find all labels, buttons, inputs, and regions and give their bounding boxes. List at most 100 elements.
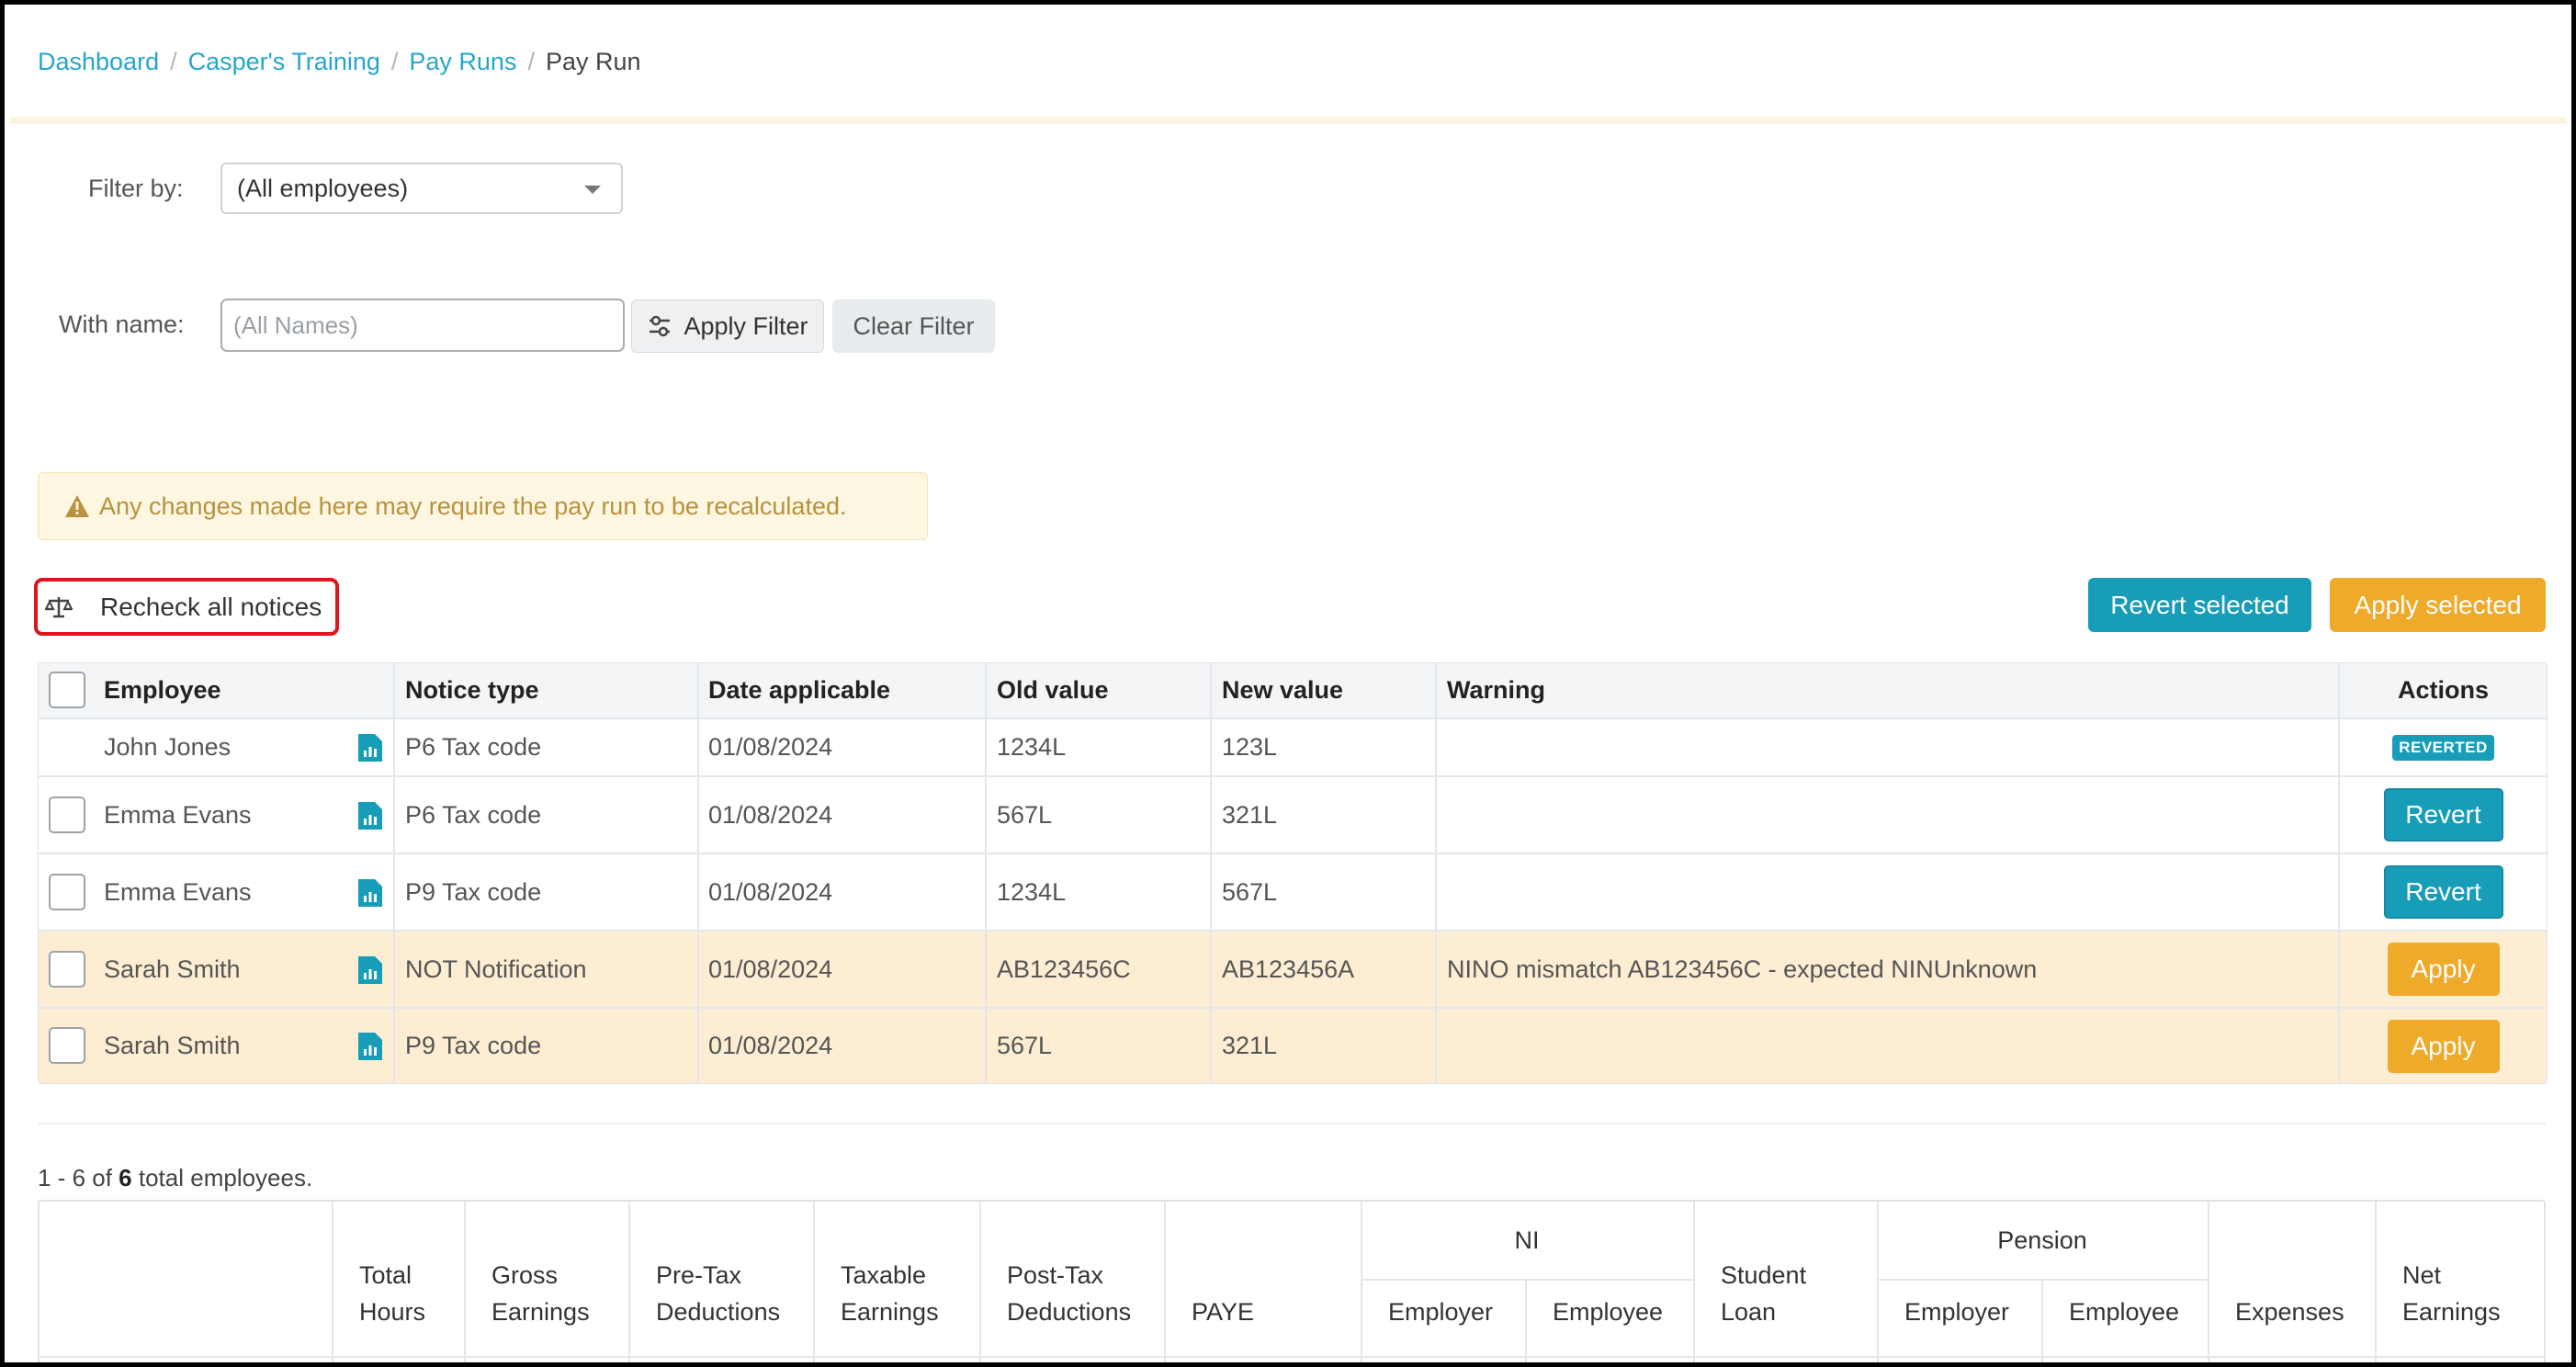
revert-button[interactable]: Revert <box>2383 865 2503 919</box>
sliders-icon <box>650 315 671 337</box>
header-total-hours: Total Hours <box>359 1261 426 1326</box>
employee-filter-value: (All employees) <box>237 175 409 202</box>
header-ni-employer: Employer <box>1388 1298 1494 1326</box>
row-checkbox[interactable] <box>49 951 85 988</box>
count-total: 6 <box>119 1164 132 1192</box>
notices-header-row: Employee Notice type Date applicable Old… <box>39 663 2547 719</box>
date-applicable: 01/08/2024 <box>708 1032 833 1059</box>
page-frame: Dashboard / Casper's Training / Pay Runs / Pay… <box>0 0 2576 1367</box>
table-row: John Jones P6 Tax code 01/08/2024 1234L … <box>39 719 2547 777</box>
header-employee: Employee <box>104 676 221 704</box>
table-row: Sarah Smith NOT Notification 01/08/2024 … <box>39 932 2547 1009</box>
new-value: AB123456A <box>1222 955 1355 983</box>
payslip-icon[interactable] <box>358 879 382 907</box>
balance-scale-icon <box>45 596 73 617</box>
header-pre-tax-deductions: Pre-Tax Deductions <box>656 1261 781 1326</box>
warning-icon <box>65 495 89 517</box>
header-new-value: New value <box>1222 676 1344 704</box>
filter-by-label: Filter by: <box>88 175 184 202</box>
header-notice-type: Notice type <box>405 676 539 704</box>
recalculation-warning: Any changes made here may require the pa… <box>38 472 928 540</box>
warning-text: Any changes made here may require the pa… <box>99 491 847 520</box>
new-value: 321L <box>1222 800 1278 829</box>
old-value: 567L <box>997 1032 1053 1059</box>
notice-type: NOT Notification <box>405 955 587 983</box>
apply-filter-button[interactable]: Apply Filter <box>631 299 824 353</box>
payslip-icon[interactable] <box>358 734 382 762</box>
breadcrumb-pay-runs[interactable]: Pay Runs <box>409 48 516 75</box>
employee-name: John Jones <box>104 733 232 761</box>
date-applicable: 01/08/2024 <box>708 877 833 906</box>
new-value: 321L <box>1222 1032 1278 1059</box>
date-applicable: 01/08/2024 <box>708 800 833 829</box>
header-ni: NI <box>1514 1226 1540 1254</box>
header-expenses: Expenses <box>2235 1298 2344 1326</box>
notice-type: P6 Tax code <box>405 800 542 829</box>
recheck-all-notices-button[interactable]: Recheck all notices <box>34 578 339 636</box>
table-row: Emma Evans P6 Tax code 01/08/2024 567L 3… <box>39 777 2547 854</box>
payslip-icon[interactable] <box>358 802 382 830</box>
apply-filter-label: Apply Filter <box>684 311 808 340</box>
select-all-checkbox[interactable] <box>49 672 85 708</box>
old-value: AB123456C <box>997 955 1131 983</box>
header-post-tax-deductions: Post-Tax Deductions <box>1007 1261 1132 1326</box>
old-value: 1234L <box>997 877 1067 906</box>
header-paye: PAYE <box>1192 1298 1255 1326</box>
with-name-label: With name: <box>59 311 185 338</box>
reverted-badge: REVERTED <box>2392 734 2494 761</box>
header-taxable-earnings: Taxable Earnings <box>841 1261 939 1326</box>
breadcrumb: Dashboard / Casper's Training / Pay Runs / Pay… <box>38 45 641 78</box>
employee-filter-select[interactable]: (All employees) <box>220 163 623 214</box>
new-value: 123L <box>1222 733 1278 761</box>
breadcrumb-separator: / <box>527 48 535 75</box>
row-checkbox[interactable] <box>49 1027 85 1064</box>
count-prefix: 1 - 6 of <box>38 1164 112 1192</box>
count-suffix: total employees. <box>138 1164 313 1192</box>
pay-summary-table: Total Hours Gross Earnings Pre-Tax Deduc… <box>38 1200 2546 1362</box>
header-gross-earnings: Gross Earnings <box>491 1261 590 1326</box>
new-value: 567L <box>1222 877 1278 906</box>
header-pension-employee: Employee <box>2069 1298 2180 1326</box>
header-old-value: Old value <box>997 676 1109 704</box>
notice-type: P9 Tax code <box>405 877 542 906</box>
employee-name: Emma Evans <box>104 877 252 906</box>
warning-cell: NINO mismatch AB123456C - expected NINUn… <box>1447 955 2038 983</box>
recheck-label: Recheck all notices <box>100 592 322 621</box>
date-applicable: 01/08/2024 <box>708 733 833 761</box>
breadcrumb-separator: / <box>390 48 399 75</box>
revert-selected-button[interactable]: Revert selected <box>2088 578 2311 632</box>
header-ni-employee: Employee <box>1553 1298 1664 1326</box>
date-applicable: 01/08/2024 <box>708 955 833 983</box>
header-student-loan: Student Loan <box>1721 1261 1807 1326</box>
payslip-icon[interactable] <box>358 956 382 984</box>
apply-button[interactable]: Apply <box>2387 943 2500 996</box>
header-pension: Pension <box>1997 1226 2087 1254</box>
breadcrumb-caspers-training[interactable]: Casper's Training <box>188 48 380 75</box>
old-value: 567L <box>997 800 1053 829</box>
apply-selected-button[interactable]: Apply selected <box>2330 578 2546 632</box>
employee-name: Emma Evans <box>104 800 252 829</box>
payslip-icon[interactable] <box>358 1033 382 1060</box>
clear-filter-button[interactable]: Clear Filter <box>832 299 995 353</box>
employee-count: 1 - 6 of 6 total employees. <box>38 1164 312 1192</box>
notices-table: Employee Notice type Date applicable Old… <box>38 662 2548 1084</box>
breadcrumb-dashboard[interactable]: Dashboard <box>38 48 159 75</box>
header-actions: Actions <box>2397 676 2489 704</box>
row-checkbox[interactable] <box>49 796 85 833</box>
revert-button[interactable]: Revert <box>2383 788 2503 842</box>
breadcrumb-current: Pay Run <box>545 48 641 75</box>
employee-name: Sarah Smith <box>104 955 241 983</box>
header-net-earnings: Net Earnings <box>2402 1261 2501 1326</box>
apply-button[interactable]: Apply <box>2387 1019 2500 1073</box>
table-row: Emma Evans P9 Tax code 01/08/2024 1234L … <box>39 854 2547 932</box>
caret-down-icon <box>584 186 601 194</box>
section-divider <box>38 1123 2546 1124</box>
breadcrumb-separator: / <box>170 48 177 75</box>
header-pension-employer: Employer <box>1904 1298 2010 1326</box>
header-warning: Warning <box>1447 676 1545 704</box>
row-checkbox[interactable] <box>49 874 85 910</box>
name-search-input[interactable] <box>220 299 625 352</box>
header-date-applicable: Date applicable <box>708 676 891 704</box>
employee-name: Sarah Smith <box>104 1032 241 1059</box>
notice-type: P6 Tax code <box>405 733 542 761</box>
